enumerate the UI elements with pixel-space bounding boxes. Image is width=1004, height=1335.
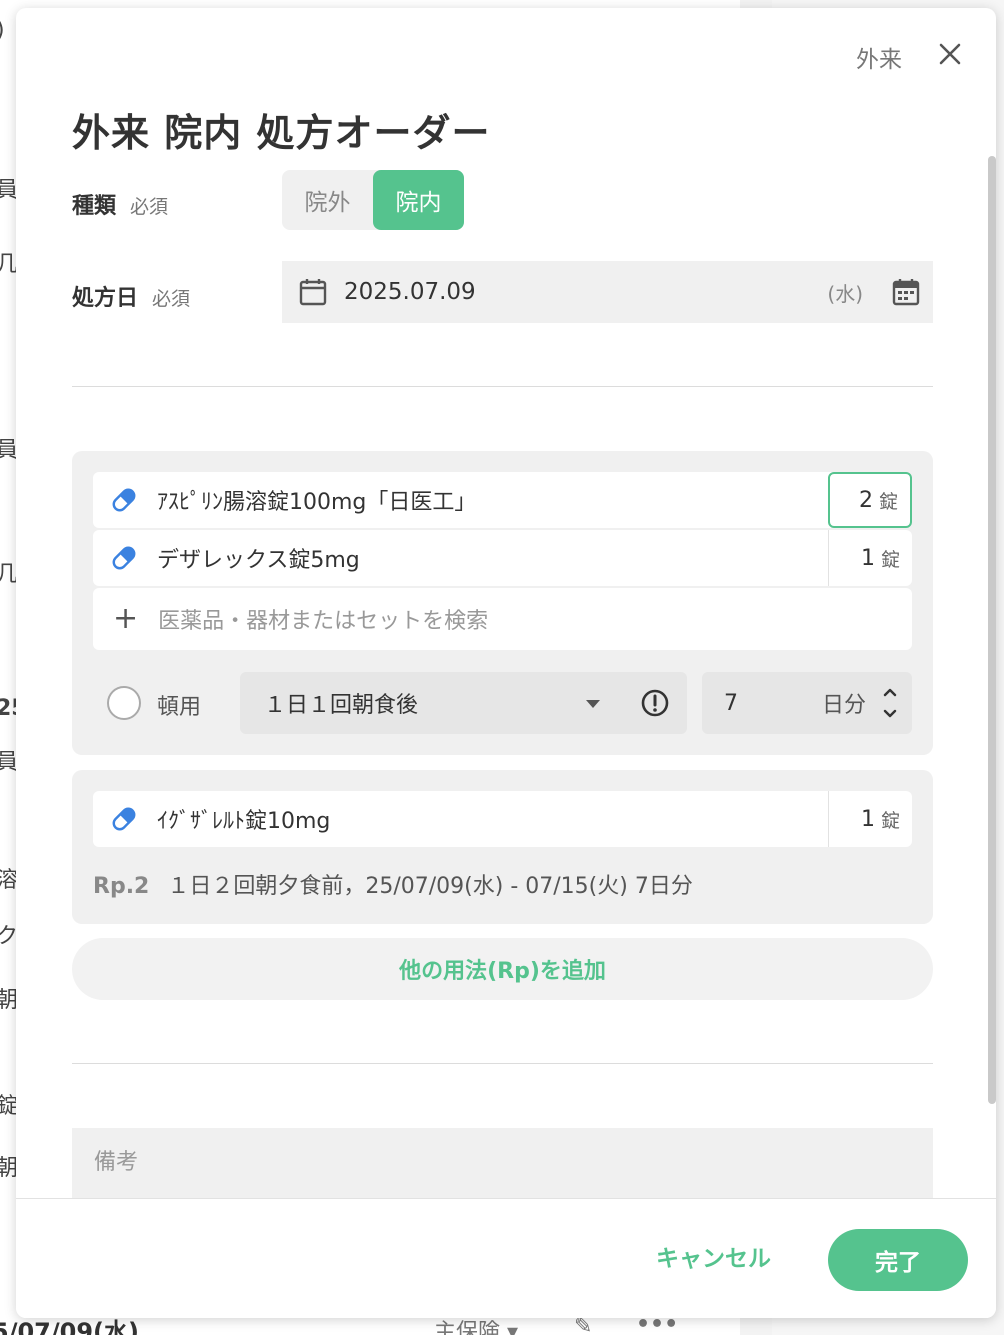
date-label: 処方日	[72, 286, 139, 311]
prescription-date-field[interactable]: 2025.07.09 (水)	[282, 261, 933, 323]
quantity-input[interactable]: 1 錠	[828, 530, 912, 586]
divider	[72, 386, 933, 387]
modal-footer: キャンセル 完了	[16, 1198, 996, 1318]
plus-icon: +	[113, 601, 139, 636]
cancel-button[interactable]: キャンセル	[656, 1239, 771, 1273]
memo-field[interactable]: 備考	[72, 1128, 933, 1198]
done-button[interactable]: 完了	[828, 1229, 968, 1291]
date-weekday: (水)	[827, 281, 863, 306]
kind-option-outside[interactable]: 院外	[282, 170, 373, 230]
days-input[interactable]: 7 日分	[702, 672, 912, 734]
close-button[interactable]	[934, 38, 966, 70]
search-placeholder: 医薬品・器材またはセットを検索	[158, 609, 489, 634]
quantity-value: 1	[860, 545, 875, 571]
date-label-group: 処方日 必須	[72, 280, 190, 312]
pill-icon	[112, 807, 136, 831]
quantity-unit: 錠	[880, 548, 900, 571]
divider	[72, 1063, 933, 1064]
required-tag: 必須	[152, 288, 191, 310]
quantity-value: 1	[860, 806, 875, 832]
rp2-summary: Rp.2 １日２回朝夕食前，25/07/09(水) - 07/15(火) 7日分	[93, 868, 693, 900]
prn-label: 頓用	[157, 695, 202, 720]
usage-value: １日１回朝食後	[264, 693, 419, 718]
drug-search-input[interactable]: + 医薬品・器材またはセットを検索	[93, 588, 912, 650]
quantity-value: 2	[858, 487, 873, 513]
kind-segmented-control: 院外 院内	[282, 170, 464, 230]
quantity-unit: 錠	[880, 809, 900, 832]
required-tag: 必須	[130, 196, 169, 218]
drug-row[interactable]: ｲｸﾞｻﾞﾚﾙﾄ錠10mg 1 錠	[93, 791, 912, 847]
drug-name: ｱｽﾋﾟﾘﾝ腸溶錠100mg「日医工」	[157, 490, 477, 515]
spinner-icon[interactable]	[882, 686, 898, 720]
usage-select[interactable]: １日１回朝食後	[240, 672, 687, 734]
kind-option-inside[interactable]: 院内	[373, 170, 464, 230]
rp2-block[interactable]: ｲｸﾞｻﾞﾚﾙﾄ錠10mg 1 錠 Rp.2 １日２回朝夕食前，25/07/09(…	[72, 770, 933, 924]
scrollbar[interactable]	[988, 156, 996, 1104]
modal-title: 外来 院内 処方オーダー	[72, 111, 491, 155]
add-rp-button[interactable]: 他の用法(Rp)を追加	[72, 938, 933, 1000]
quantity-unit: 錠	[878, 490, 898, 513]
quantity-input[interactable]: 1 錠	[828, 791, 912, 847]
pill-icon	[112, 488, 136, 512]
kind-label-group: 種類 必須	[72, 188, 168, 220]
drug-row[interactable]: ｱｽﾋﾟﾘﾝ腸溶錠100mg「日医工」 2 錠	[93, 472, 912, 528]
background-fragment: )	[0, 18, 5, 43]
alert-icon[interactable]	[640, 688, 670, 718]
calendar-icon	[299, 279, 327, 306]
drug-name: ｲｸﾞｻﾞﾚﾙﾄ錠10mg	[157, 809, 331, 834]
close-icon	[939, 43, 961, 65]
kind-label: 種類	[72, 194, 117, 219]
drug-name: デザレックス錠5mg	[157, 548, 360, 573]
rp1-block: ｱｽﾋﾟﾘﾝ腸溶錠100mg「日医工」 2 錠 デザレックス錠5mg 1 錠 +…	[72, 451, 933, 755]
chevron-down-icon	[586, 700, 600, 708]
pill-icon	[112, 546, 136, 570]
rp-number: Rp.2	[93, 874, 150, 899]
prn-radio[interactable]	[107, 686, 141, 720]
prescription-order-modal: 外来 外来 院内 処方オーダー 種類 必須 院外 院内 処方日 必須 2025.07…	[16, 8, 996, 1318]
days-unit: 日分	[822, 693, 867, 718]
quantity-input[interactable]: 2 錠	[828, 472, 912, 528]
drug-row[interactable]: デザレックス錠5mg 1 錠	[93, 530, 912, 586]
header-visit-type: 外来	[856, 47, 902, 73]
days-value: 7	[724, 690, 738, 716]
calendar-picker-icon[interactable]	[891, 277, 921, 307]
date-value: 2025.07.09	[344, 279, 476, 305]
rp-summary-text: １日２回朝夕食前，25/07/09(水) - 07/15(火) 7日分	[167, 874, 693, 899]
